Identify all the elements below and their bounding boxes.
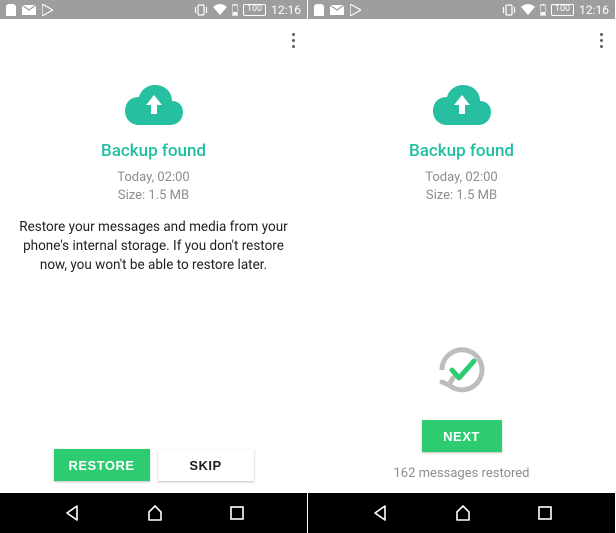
vibrate-icon xyxy=(502,4,516,16)
backup-date: Today, 02:00 xyxy=(117,170,189,185)
nav-recent-button[interactable] xyxy=(537,505,553,521)
wifi-icon xyxy=(213,4,227,15)
battery-level: 100 xyxy=(243,4,266,16)
backup-date: Today, 02:00 xyxy=(425,170,497,185)
nav-back-button[interactable] xyxy=(63,504,81,522)
footer-buttons: Restore Skip xyxy=(0,449,307,481)
battery-level: 100 xyxy=(551,4,574,16)
nav-back-button[interactable] xyxy=(371,504,389,522)
backup-size: Size: 1.5 MB xyxy=(426,188,497,203)
sim-icon xyxy=(6,4,16,16)
center-block: Backup found Today, 02:00 Size: 1.5 MB xyxy=(308,19,615,218)
phone-right: 100 12:16 Backup found Today, 02:00 Size… xyxy=(308,0,616,533)
status-right-icons: 100 12:16 xyxy=(502,3,609,17)
status-left-icons xyxy=(314,4,361,16)
cloud-upload-icon xyxy=(430,81,494,131)
footer-right: Next 162 messages restored xyxy=(308,338,615,481)
status-left-icons xyxy=(6,4,53,16)
title: Backup found xyxy=(409,141,514,161)
clock: 12:16 xyxy=(579,3,609,17)
play-icon xyxy=(350,4,361,16)
overflow-menu-button[interactable] xyxy=(292,33,295,48)
cloud-upload-icon xyxy=(122,81,186,131)
next-button[interactable]: Next xyxy=(422,420,502,452)
content-right: Backup found Today, 02:00 Size: 1.5 MB N… xyxy=(308,19,615,493)
center-block: Backup found Today, 02:00 Size: 1.5 MB R… xyxy=(0,19,307,275)
wifi-icon xyxy=(521,4,535,15)
nav-home-button[interactable] xyxy=(454,504,472,522)
content-left: Backup found Today, 02:00 Size: 1.5 MB R… xyxy=(0,19,307,493)
battery-bar-icon xyxy=(232,4,238,16)
battery-bar-icon xyxy=(540,4,546,16)
restore-button[interactable]: Restore xyxy=(54,449,150,481)
skip-button[interactable]: Skip xyxy=(158,449,254,481)
title: Backup found xyxy=(101,141,206,161)
success-check-icon xyxy=(430,338,494,406)
backup-size: Size: 1.5 MB xyxy=(118,188,189,203)
mail-icon xyxy=(22,5,36,15)
status-bar: 100 12:16 xyxy=(0,0,307,19)
navbar xyxy=(308,493,615,533)
description: Restore your messages and media from you… xyxy=(0,218,307,275)
restored-count: 162 messages restored xyxy=(394,466,530,481)
status-right-icons: 100 12:16 xyxy=(194,3,301,17)
nav-recent-button[interactable] xyxy=(229,505,245,521)
navbar xyxy=(0,493,307,533)
clock: 12:16 xyxy=(271,3,301,17)
overflow-menu-button[interactable] xyxy=(600,33,603,48)
subtitle: Today, 02:00 Size: 1.5 MB xyxy=(117,169,189,204)
play-icon xyxy=(42,4,53,16)
mail-icon xyxy=(330,5,344,15)
nav-home-button[interactable] xyxy=(146,504,164,522)
vibrate-icon xyxy=(194,4,208,16)
status-bar: 100 12:16 xyxy=(308,0,615,19)
subtitle: Today, 02:00 Size: 1.5 MB xyxy=(425,169,497,204)
phone-left: 100 12:16 Backup found Today, 02:00 Size… xyxy=(0,0,308,533)
sim-icon xyxy=(314,4,324,16)
